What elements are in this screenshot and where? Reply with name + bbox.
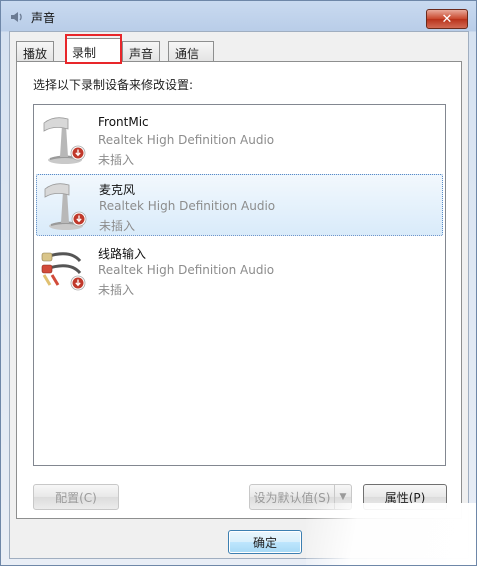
device-status: 未插入 bbox=[99, 219, 136, 233]
device-status: 未插入 bbox=[98, 153, 135, 167]
device-item-frontmic[interactable]: FrontMic Realtek High Definition Audio 未… bbox=[36, 109, 443, 171]
tab-sounds[interactable]: 声音 bbox=[122, 41, 161, 61]
ok-button[interactable]: 确定 bbox=[228, 530, 302, 554]
close-icon: ✕ bbox=[441, 11, 453, 27]
recording-panel: 选择以下录制设备来修改设置: FrontMic Realtek High Def… bbox=[16, 61, 462, 519]
device-list[interactable]: FrontMic Realtek High Definition Audio 未… bbox=[33, 104, 446, 466]
device-driver: Realtek High Definition Audio bbox=[99, 199, 276, 213]
dialog-client: 播放 录制 声音 通信 选择以下录制设备来修改设置: FrontMic Real… bbox=[9, 31, 469, 559]
tab-playback[interactable]: 播放 bbox=[16, 41, 55, 61]
device-driver: Realtek High Definition Audio bbox=[98, 133, 275, 147]
tab-communications[interactable]: 通信 bbox=[168, 41, 214, 61]
device-name: 线路输入 bbox=[98, 247, 147, 261]
tab-recording[interactable]: 录制 bbox=[65, 38, 122, 62]
device-item-line-in[interactable]: 线路输入 Realtek High Definition Audio 未插入 bbox=[36, 239, 443, 301]
device-name: 麦克风 bbox=[99, 183, 136, 197]
microphone-icon bbox=[40, 113, 90, 165]
title-bar[interactable]: 声音 ✕ bbox=[1, 1, 477, 31]
speaker-icon bbox=[9, 9, 25, 25]
microphone-icon bbox=[41, 179, 91, 231]
instruction-text: 选择以下录制设备来修改设置: bbox=[33, 78, 194, 92]
configure-button[interactable]: 配置(C) bbox=[33, 484, 119, 510]
device-name: FrontMic bbox=[98, 115, 149, 129]
device-item-microphone[interactable]: 麦克风 Realtek High Definition Audio 未插入 bbox=[36, 174, 443, 236]
watermark-overlay bbox=[306, 503, 476, 565]
window-title: 声音 bbox=[31, 11, 56, 25]
rca-cable-icon bbox=[40, 243, 90, 295]
device-driver: Realtek High Definition Audio bbox=[98, 263, 275, 277]
close-button[interactable]: ✕ bbox=[426, 9, 468, 29]
chevron-down-icon: ▼ bbox=[339, 492, 347, 502]
sound-dialog: 声音 ✕ 播放 录制 声音 通信 选择以下录制设备来修改设置: FrontMic… bbox=[0, 0, 477, 566]
device-status: 未插入 bbox=[98, 283, 135, 297]
